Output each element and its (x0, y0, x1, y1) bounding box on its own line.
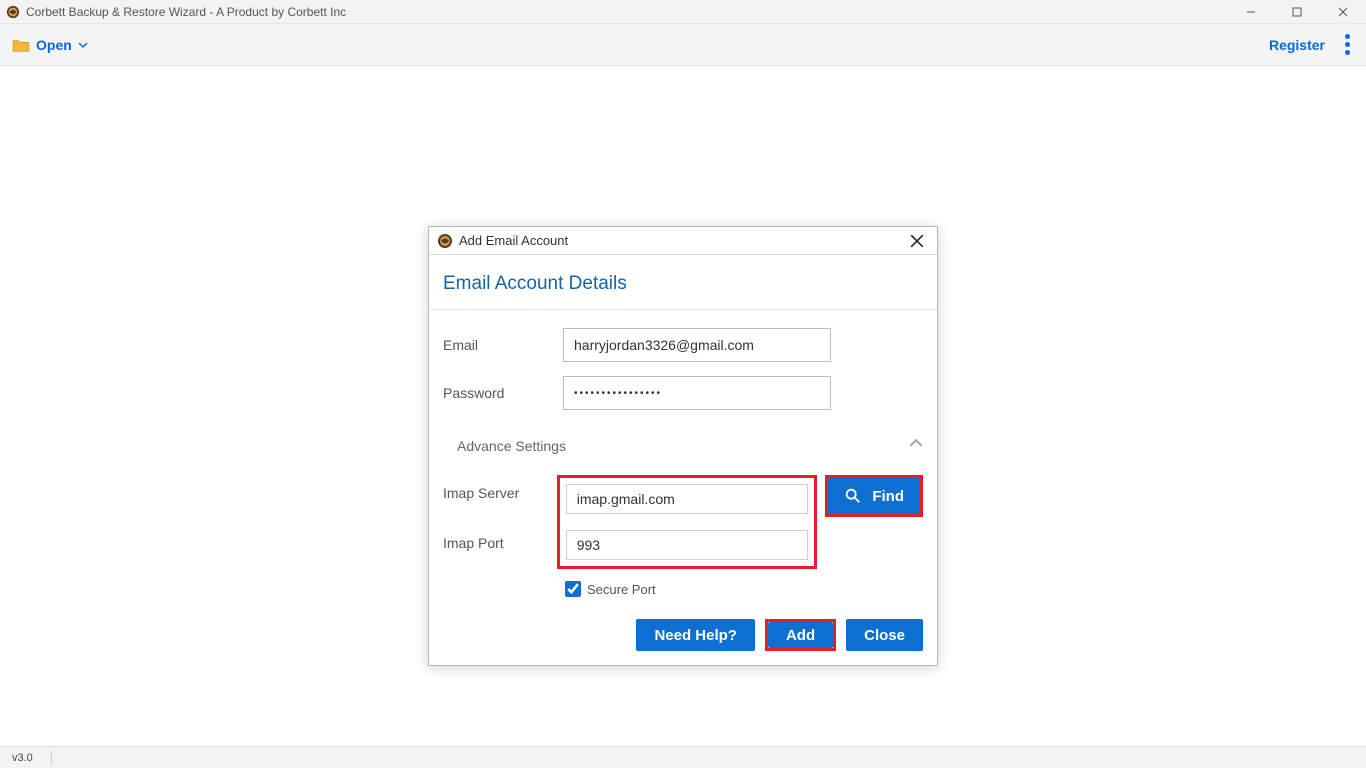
find-button-highlight: Find (825, 475, 923, 517)
more-menu-button[interactable] (1341, 30, 1354, 59)
dialog-titlebar: Add Email Account (429, 227, 937, 255)
imap-server-field[interactable] (566, 484, 809, 514)
add-email-account-dialog: Add Email Account Email Account Details … (428, 226, 938, 666)
maximize-button[interactable] (1274, 0, 1320, 23)
chevron-down-icon (78, 37, 88, 53)
dialog-heading: Email Account Details (443, 273, 923, 295)
dialog-button-row: Need Help? Add Close (443, 619, 923, 651)
imap-server-label: Imap Server (443, 485, 557, 501)
open-label: Open (36, 37, 72, 53)
minimize-button[interactable] (1228, 0, 1274, 23)
imap-section: Imap Server Imap Port Find (443, 475, 923, 569)
folder-icon (12, 38, 30, 52)
need-help-button[interactable]: Need Help? (636, 619, 755, 651)
advance-settings-label: Advance Settings (457, 438, 566, 454)
search-icon (844, 487, 862, 505)
secure-port-checkbox[interactable] (565, 581, 581, 597)
dialog-close-button[interactable] (897, 227, 937, 254)
window-titlebar: Corbett Backup & Restore Wizard - A Prod… (0, 0, 1366, 24)
open-menu-button[interactable]: Open (12, 37, 88, 53)
add-button[interactable]: Add (768, 622, 833, 648)
password-row: Password (443, 376, 923, 410)
dialog-title: Add Email Account (459, 233, 568, 248)
close-button[interactable] (1320, 0, 1366, 23)
advance-settings-toggle[interactable]: Advance Settings (443, 436, 923, 455)
password-field[interactable] (563, 376, 831, 410)
app-icon (437, 233, 453, 249)
password-label: Password (443, 385, 563, 401)
chevron-up-icon (909, 436, 923, 455)
main-toolbar: Open Register (0, 24, 1366, 66)
register-link[interactable]: Register (1269, 37, 1325, 53)
divider (429, 309, 937, 310)
add-button-highlight: Add (765, 619, 836, 651)
secure-port-row: Secure Port (565, 581, 923, 597)
window-title: Corbett Backup & Restore Wizard - A Prod… (26, 5, 346, 19)
imap-port-field[interactable] (566, 530, 809, 560)
email-label: Email (443, 337, 563, 353)
find-label: Find (872, 488, 904, 505)
imap-fields-highlight (557, 475, 818, 569)
find-button[interactable]: Find (828, 478, 920, 514)
close-dialog-button[interactable]: Close (846, 619, 923, 651)
divider (51, 751, 52, 765)
email-row: Email (443, 328, 923, 362)
status-bar: v3.0 (0, 746, 1366, 768)
dialog-body: Email Account Details Email Password Adv… (429, 255, 937, 665)
email-field[interactable] (563, 328, 831, 362)
app-icon (6, 5, 20, 19)
imap-port-label: Imap Port (443, 535, 557, 551)
version-label: v3.0 (12, 752, 33, 764)
secure-port-label: Secure Port (587, 582, 656, 597)
window-controls (1228, 0, 1366, 23)
